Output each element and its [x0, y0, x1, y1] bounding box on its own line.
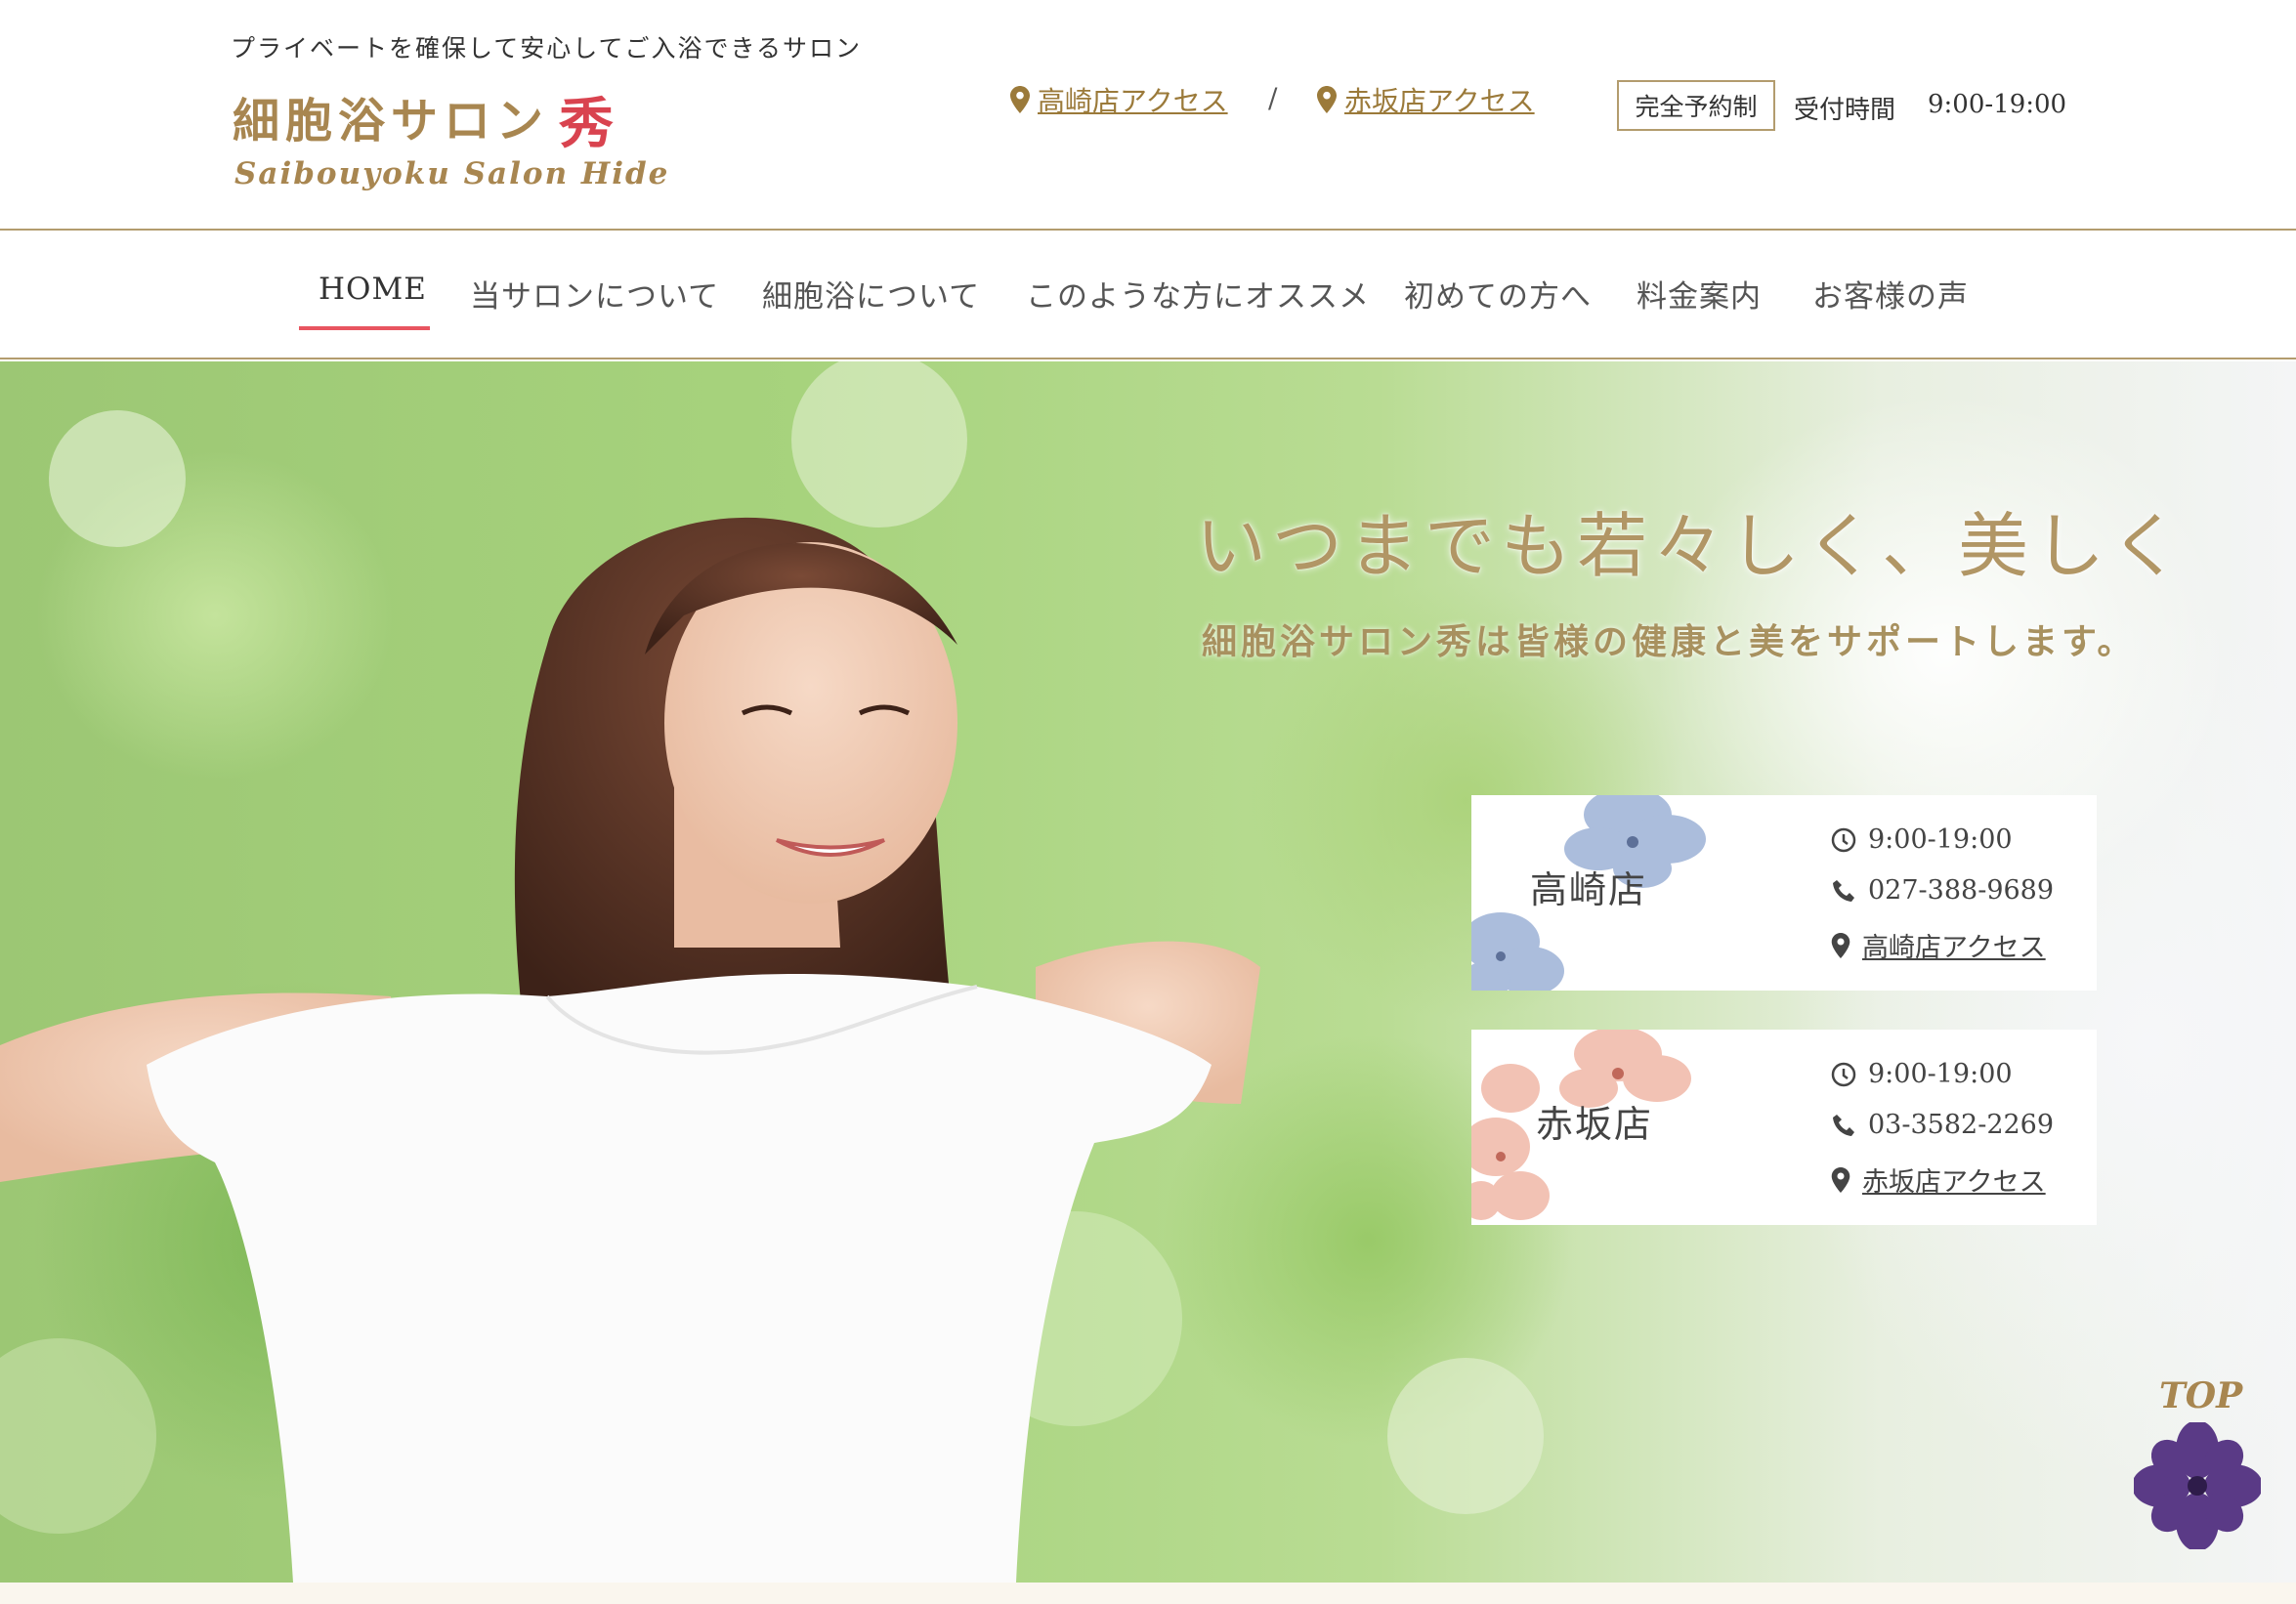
store-phone[interactable]: 03-3582-2269 [1868, 1110, 2054, 1140]
store-card-akasaka: 赤坂店 9:00-19:00 03-3582-2269 赤坂店アクセス [1471, 1030, 2097, 1225]
nav-item-about-bath[interactable]: 細胞浴について [762, 272, 980, 316]
clock-icon [1831, 1062, 1856, 1086]
store-hours: 9:00-19:00 [1868, 1059, 2013, 1089]
access-separator: / [1268, 82, 1278, 114]
nav-item-voices[interactable]: お客様の声 [1812, 272, 1969, 316]
hours-label: 受付時間 [1794, 96, 1896, 125]
store-name: 赤坂店 [1536, 1103, 1654, 1146]
nav-item-home[interactable]: HOME [319, 272, 427, 307]
store-access-link[interactable]: 赤坂店アクセス [1862, 1161, 2046, 1199]
header-access-akasaka-label: 赤坂店アクセス [1344, 85, 1535, 117]
hero-headline: いつまでも若々しく、美しく [1196, 505, 2188, 587]
nav-active-indicator [299, 326, 430, 330]
logo-text-en[interactable]: Saibouyoku Salon Hide [234, 156, 669, 191]
back-to-top-label[interactable]: TOP [2159, 1375, 2242, 1416]
store-access-link[interactable]: 高崎店アクセス [1862, 926, 2046, 964]
site-header: プライベートを確保して安心してご入浴できるサロン 細胞浴サロン 秀 Saibou… [0, 0, 2296, 231]
hero-subline: 細胞浴サロン秀は皆様の健康と美をサポートします。 [1202, 621, 2137, 662]
main-nav: HOME 当サロンについて 細胞浴について このような方にオススメ 初めての方へ… [0, 232, 2296, 359]
bottom-strip [0, 1583, 2296, 1604]
header-tagline: プライベートを確保して安心してご入浴できるサロン [231, 34, 863, 63]
map-pin-icon [1831, 932, 1850, 958]
store-phone[interactable]: 027-388-9689 [1868, 875, 2054, 906]
map-pin-icon [1317, 86, 1337, 113]
store-card-takasaki: 高崎店 9:00-19:00 027-388-9689 高崎店アクセス [1471, 795, 2097, 991]
nav-item-recommended[interactable]: このような方にオススメ [1026, 272, 1370, 316]
store-phone-row[interactable]: 03-3582-2269 [1831, 1110, 2054, 1140]
store-access-row[interactable]: 高崎店アクセス [1831, 926, 2046, 964]
nav-item-first-time[interactable]: 初めての方へ [1404, 272, 1592, 316]
hero-section: いつまでも若々しく、美しく 細胞浴サロン秀は皆様の健康と美をサポートします。 高… [0, 361, 2296, 1583]
store-hours-row: 9:00-19:00 [1831, 1059, 2013, 1089]
map-pin-icon [1010, 86, 1030, 113]
header-access-takasaki-link[interactable]: 高崎店アクセス [1010, 80, 1228, 119]
phone-icon [1833, 1114, 1854, 1136]
store-access-row[interactable]: 赤坂店アクセス [1831, 1161, 2046, 1199]
store-hours: 9:00-19:00 [1868, 824, 2013, 855]
store-hours-row: 9:00-19:00 [1831, 824, 2013, 855]
back-to-top-flower-icon[interactable] [2134, 1422, 2261, 1549]
clock-icon [1831, 827, 1856, 852]
reservation-badge: 完全予約制 [1617, 80, 1775, 131]
nav-item-about-salon[interactable]: 当サロンについて [470, 272, 719, 316]
nav-item-pricing[interactable]: 料金案内 [1637, 272, 1762, 316]
logo-text-jp[interactable]: 細胞浴サロン [233, 82, 549, 150]
header-access-takasaki-label: 高崎店アクセス [1038, 85, 1228, 117]
header-access-akasaka-link[interactable]: 赤坂店アクセス [1317, 80, 1535, 119]
hours-value: 9:00-19:00 [1928, 90, 2067, 119]
store-phone-row[interactable]: 027-388-9689 [1831, 875, 2054, 906]
store-name: 高崎店 [1530, 868, 1648, 911]
map-pin-icon [1831, 1166, 1850, 1193]
phone-icon [1833, 879, 1854, 902]
logo-text-hide[interactable]: 秀 [559, 80, 614, 159]
